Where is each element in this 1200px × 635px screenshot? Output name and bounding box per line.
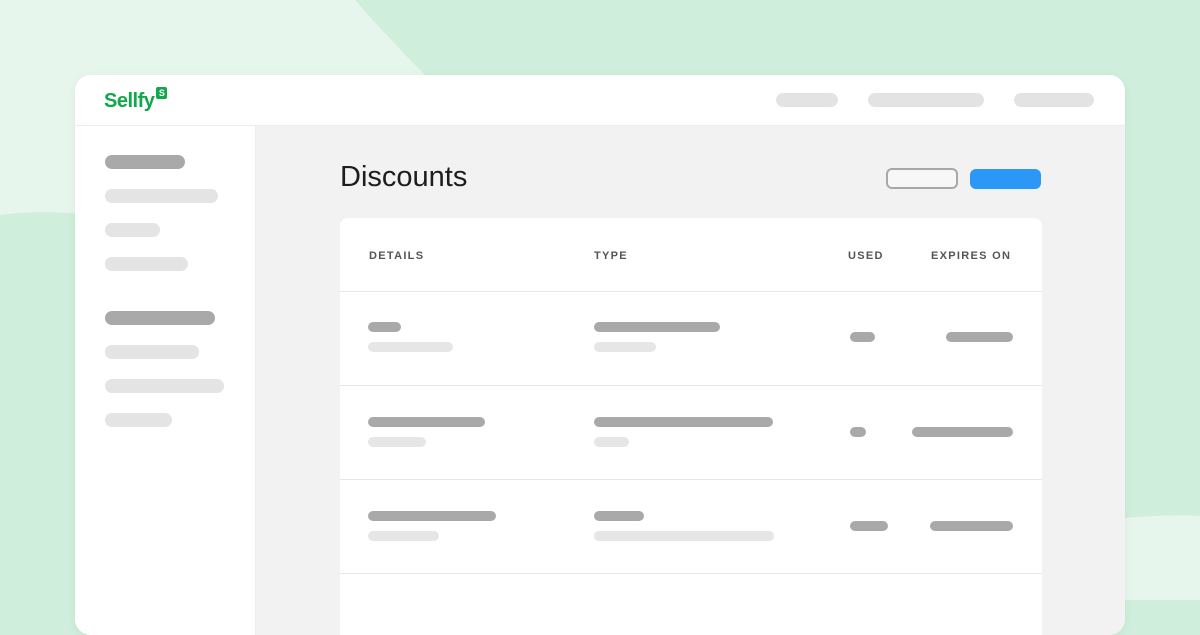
sidebar-item[interactable]	[105, 345, 199, 359]
row-details-subtitle	[368, 531, 439, 541]
main-content: Discounts DETAILS TYPE USED EXPIRES ON	[256, 126, 1125, 635]
app-window: Sellfy S Discounts DETAILS TYPE USED EXP…	[75, 75, 1125, 635]
row-type-subtitle	[594, 531, 774, 541]
row-expires-value	[930, 521, 1013, 531]
sidebar-item[interactable]	[105, 379, 224, 393]
row-type-title	[594, 511, 644, 521]
table-row[interactable]	[340, 292, 1042, 385]
row-details-subtitle	[368, 342, 453, 352]
row-details-title	[368, 417, 485, 427]
row-type-subtitle	[594, 342, 656, 352]
top-bar: Sellfy S	[75, 75, 1125, 126]
top-nav-item-1[interactable]	[776, 93, 838, 107]
sidebar	[75, 126, 256, 635]
column-header-type[interactable]: TYPE	[594, 249, 628, 263]
sellfy-logo[interactable]: Sellfy S	[104, 87, 168, 114]
column-header-used[interactable]: USED	[848, 249, 884, 263]
page-title: Discounts	[340, 161, 468, 193]
row-details-title	[368, 511, 496, 521]
sidebar-section-heading-1	[105, 155, 185, 169]
row-used-value	[850, 332, 875, 342]
table-row[interactable]	[340, 480, 1042, 573]
discounts-table: DETAILS TYPE USED EXPIRES ON	[340, 218, 1042, 635]
table-row[interactable]	[340, 386, 1042, 480]
row-expires-value	[946, 332, 1013, 342]
sidebar-section-heading-2	[105, 311, 215, 325]
row-type-title	[594, 417, 773, 427]
primary-action-button[interactable]	[970, 169, 1041, 189]
row-type-subtitle	[594, 437, 629, 447]
sidebar-item[interactable]	[105, 223, 160, 237]
row-divider	[340, 573, 1042, 574]
sidebar-item[interactable]	[105, 189, 218, 203]
top-nav-item-2[interactable]	[868, 93, 984, 107]
row-details-subtitle	[368, 437, 426, 447]
column-header-expires-on[interactable]: EXPIRES ON	[931, 249, 1011, 263]
row-type-title	[594, 322, 720, 332]
column-header-details[interactable]: DETAILS	[369, 249, 424, 263]
row-used-value	[850, 521, 888, 531]
row-expires-value	[912, 427, 1013, 437]
top-nav-item-3[interactable]	[1014, 93, 1094, 107]
row-used-value	[850, 427, 866, 437]
secondary-action-button[interactable]	[886, 168, 958, 189]
sidebar-item[interactable]	[105, 413, 172, 427]
logo-wordmark: Sellfy	[104, 90, 155, 112]
sidebar-item[interactable]	[105, 257, 188, 271]
row-details-title	[368, 322, 401, 332]
logo-badge-icon: S	[156, 87, 168, 99]
